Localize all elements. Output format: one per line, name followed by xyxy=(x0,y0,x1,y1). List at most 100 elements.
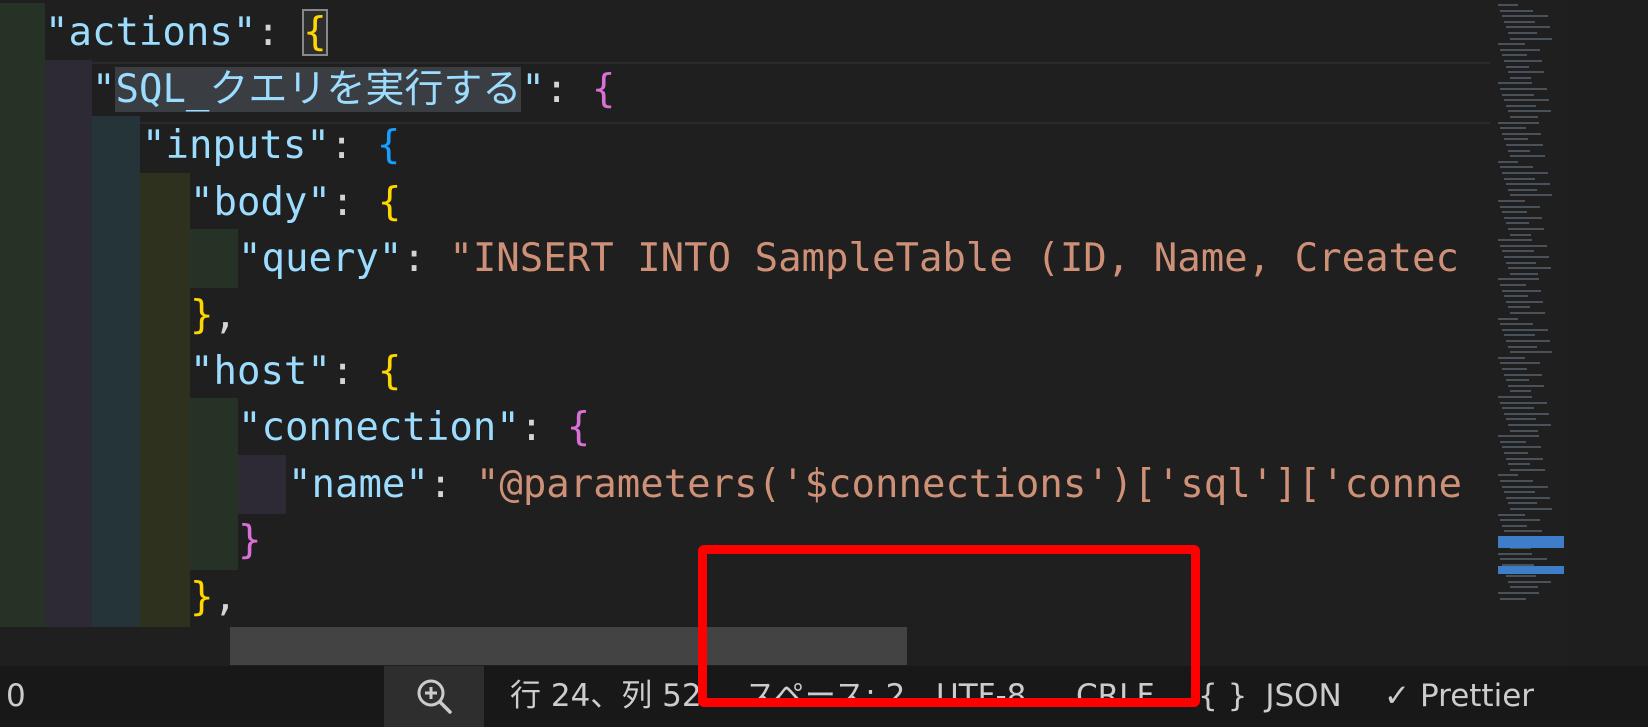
indent-guide xyxy=(0,60,45,119)
minimap-line xyxy=(1498,474,1518,477)
minimap-line xyxy=(1504,20,1535,23)
minimap-line xyxy=(1510,76,1531,79)
minimap-line xyxy=(1498,592,1539,594)
minimap-line xyxy=(1502,15,1548,18)
minimap-line xyxy=(1506,222,1529,225)
code-line: "body": { xyxy=(0,173,1568,232)
indent-guide xyxy=(92,511,140,570)
language-mode[interactable]: { } JSON xyxy=(1198,666,1342,727)
indent-guide xyxy=(190,229,238,288)
minimap-line xyxy=(1502,289,1541,292)
indent-guide xyxy=(45,229,92,288)
indent-guide xyxy=(140,173,190,232)
indent-guide xyxy=(45,398,92,457)
status-left-text[interactable]: 0 xyxy=(6,666,26,727)
cursor-position[interactable]: 行 24、列 52 xyxy=(510,666,702,727)
minimap-line xyxy=(1508,580,1551,583)
minimap-line xyxy=(1510,37,1552,40)
code-token: "query" xyxy=(238,236,403,281)
code-token: { xyxy=(377,180,402,225)
indent-guide xyxy=(190,398,238,457)
code-line: }, xyxy=(0,286,1568,345)
indent-guide xyxy=(140,455,190,514)
minimap-line xyxy=(1500,597,1526,600)
indent-guide xyxy=(0,229,45,288)
indent-guide xyxy=(0,455,45,514)
indent-guide xyxy=(0,342,45,401)
indent-guide xyxy=(0,568,45,627)
minimap-line xyxy=(1500,362,1540,365)
code-line: "connection": { xyxy=(0,398,1568,457)
indent-guide xyxy=(140,511,190,570)
code-token: { xyxy=(302,9,328,56)
minimap-line xyxy=(1500,519,1540,522)
indent-guide xyxy=(140,342,190,401)
minimap-line xyxy=(1508,306,1530,309)
code-token: : xyxy=(330,349,378,394)
code-token: } xyxy=(238,518,262,563)
code-token: "actions" xyxy=(45,10,257,55)
minimap-line xyxy=(1508,384,1544,387)
indent-guide xyxy=(92,342,140,401)
minimap-line xyxy=(1498,239,1532,242)
indent-guide xyxy=(140,286,190,345)
zoom-button[interactable] xyxy=(384,666,484,727)
minimap-line xyxy=(1508,32,1537,34)
minimap-line xyxy=(1500,284,1526,286)
code-line: "name": "@parameters('$connections')['sq… xyxy=(0,455,1568,514)
code-token: " xyxy=(92,67,116,112)
code-token: } xyxy=(190,293,214,338)
minimap-line xyxy=(1502,172,1548,174)
minimap-line xyxy=(1508,110,1551,113)
minimap-line xyxy=(1506,144,1543,146)
minimap-line xyxy=(1506,496,1550,499)
minimap-line xyxy=(1498,121,1539,124)
minimap-line xyxy=(1500,166,1533,169)
minimap-highlight xyxy=(1498,544,1564,548)
indent-guide xyxy=(45,511,92,570)
code-token: } xyxy=(190,575,214,620)
code-token: : xyxy=(256,10,304,55)
indent-guide xyxy=(92,455,140,514)
minimap[interactable] xyxy=(1490,0,1568,666)
indent-guide xyxy=(0,286,45,345)
minimap-line xyxy=(1498,396,1532,398)
minimap-line xyxy=(1504,138,1528,141)
code-token: , xyxy=(213,575,237,620)
code-token: "INSERT INTO SampleTable (ID, Name, Crea… xyxy=(449,236,1459,281)
indent-guide xyxy=(0,173,45,232)
code-token: "inputs" xyxy=(142,123,330,168)
indent-guide xyxy=(0,511,45,570)
code-token: : xyxy=(428,462,476,507)
indent-guide xyxy=(0,116,45,175)
minimap-line xyxy=(1510,508,1552,510)
minimap-line xyxy=(1510,586,1538,589)
minimap-line xyxy=(1502,485,1548,488)
minimap-line xyxy=(1510,390,1531,393)
code-line: "SQL_クエリを実行する": { xyxy=(0,60,1568,119)
minimap-line xyxy=(1506,104,1536,107)
formatter-status[interactable]: ✓ Prettier xyxy=(1384,666,1534,727)
code-token: : xyxy=(330,180,378,225)
minimap-line xyxy=(1508,345,1537,348)
minimap-line xyxy=(1498,278,1539,281)
minimap-line xyxy=(1504,216,1542,219)
minimap-line xyxy=(1506,65,1529,68)
code-token: "host" xyxy=(190,349,331,394)
minimap-line xyxy=(1506,261,1536,264)
code-token: SQL_クエリを実行する xyxy=(115,67,522,112)
minimap-line xyxy=(1508,267,1551,270)
code-token: { xyxy=(376,123,401,168)
indent-guide xyxy=(92,116,140,175)
minimap-line xyxy=(1508,502,1537,505)
code-line: "host": { xyxy=(0,342,1568,401)
minimap-line xyxy=(1504,334,1535,337)
minimap-line xyxy=(1504,177,1535,180)
minimap-line xyxy=(1504,530,1542,533)
minimap-line xyxy=(1502,132,1541,135)
minimap-line xyxy=(1498,160,1518,163)
minimap-line xyxy=(1506,457,1543,460)
minimap-line xyxy=(1508,424,1551,426)
minimap-line xyxy=(1504,60,1542,62)
minimap-line xyxy=(1510,429,1538,432)
